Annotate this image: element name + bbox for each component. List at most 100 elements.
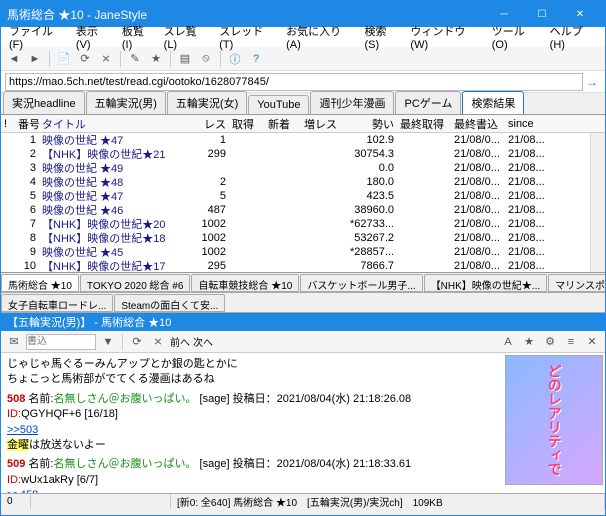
write-icon[interactable]: ✎ [126, 50, 144, 68]
post-id[interactable]: wUx1akRy [21, 474, 74, 486]
list-header: ! 番号 タイトル レス 取得 新着 増レス 勢い 最終取得 最終書込 sinc… [1, 115, 605, 133]
menu-search[interactable]: 検索(S) [360, 21, 404, 53]
post-number[interactable]: 509 [7, 458, 25, 470]
col-last[interactable]: 最終取得 [397, 116, 451, 132]
table-row[interactable]: 6映像の世紀 ★4648738960.021/08/0...21/08... [1, 203, 605, 217]
menu-file[interactable]: ファイル(F) [5, 21, 70, 53]
prev-button[interactable]: 前へ [170, 334, 190, 349]
star-icon[interactable]: ★ [147, 50, 165, 68]
thread-tab[interactable]: Steamの面白くて安... [114, 294, 225, 312]
list-scrollbar[interactable] [590, 133, 605, 272]
thread-tab[interactable]: 女子自転車ロードレ... [1, 294, 113, 312]
col-pow[interactable]: 勢い [337, 116, 397, 132]
next-button[interactable]: 次へ [193, 334, 213, 349]
menubar: ファイル(F) 表示(V) 板覧(I) スレ覧(L) スレッド(T) お気に入り… [1, 27, 605, 47]
status-blank [31, 494, 171, 509]
table-row[interactable]: 1映像の世紀 ★471102.921/08/0...21/08... [1, 133, 605, 147]
tab-olym-f[interactable]: 五輪実況(女) [167, 91, 247, 114]
status-1: 0 [1, 494, 31, 509]
post-508: 508 名前:名無しさん＠お腹いっぱい。 [sage] 投稿日：2021/08/… [7, 392, 467, 454]
post-number[interactable]: 508 [7, 393, 25, 405]
back-icon[interactable]: ◄ [5, 50, 23, 68]
filter-icon[interactable]: ▤ [176, 50, 194, 68]
table-row[interactable]: 3映像の世紀 ★490.021/08/0...21/08... [1, 161, 605, 175]
status-bar: 0 [新0: 全640] 馬術総合 ★10 [五輪実況(男)/実況ch] 109… [1, 493, 605, 509]
col-num[interactable]: 番号 [15, 116, 39, 132]
menu-thread[interactable]: スレッド(T) [215, 21, 280, 53]
thread-content[interactable]: どのレアリティで じゃじゃ馬ぐるーみんアップとか銀の匙とかに ちょこっと馬術部が… [1, 353, 605, 493]
table-row[interactable]: 10【NHK】映像の世紀★172957866.721/08/0...21/08.… [1, 259, 605, 273]
menu-tools[interactable]: ツール(O) [488, 21, 544, 53]
menu-threadlist[interactable]: スレ覧(L) [160, 21, 214, 53]
thread-title: 【五輪実況(男)】 - 馬術総合 ★10 [7, 314, 171, 330]
thread-tab[interactable]: 【NHK】映像の世紀★... [424, 274, 547, 292]
reader-search-input[interactable] [26, 334, 96, 350]
col-title[interactable]: タイトル [39, 116, 189, 132]
menu-help[interactable]: ヘルプ(H) [546, 21, 601, 53]
col-res[interactable]: レス [189, 116, 229, 132]
url-bar: → [1, 71, 605, 93]
col-mark[interactable]: ! [1, 118, 15, 130]
abone-icon[interactable]: ⦸ [197, 50, 215, 68]
col-since[interactable]: since [505, 118, 549, 130]
thread-title-bar: 【五輪実況(男)】 - 馬術総合 ★10 [1, 313, 605, 331]
table-row[interactable]: 5映像の世紀 ★475423.521/08/0...21/08... [1, 189, 605, 203]
thread-tab[interactable]: バスケットボール男子... [300, 274, 422, 292]
reader-toolbar: ✉ ▼ ⟳ ⨯ 前へ 次へ A ★ ⚙ ≡ ✕ [1, 331, 605, 353]
thread-tab[interactable]: マリンスポーツ総合 P... [548, 274, 605, 292]
post-name[interactable]: 名無しさん＠お腹いっぱい。 [53, 393, 196, 405]
col-get[interactable]: 取得 [229, 116, 265, 132]
table-row[interactable]: 8【NHK】映像の世紀★18100253267.221/08/0...21/08… [1, 231, 605, 245]
reply-icon[interactable]: ✉ [5, 333, 23, 351]
table-row[interactable]: 9映像の世紀 ★451002*28857...21/08/0...21/08..… [1, 245, 605, 259]
url-input[interactable] [5, 73, 583, 91]
thread-list: ! 番号 タイトル レス 取得 新着 増レス 勢い 最終取得 最終書込 sinc… [1, 115, 605, 273]
post-id[interactable]: QGYHQF+6 [21, 408, 81, 420]
tab-pcgame[interactable]: PCゲーム [395, 91, 461, 114]
col-lw[interactable]: 最終書込 [451, 116, 505, 132]
thread-tab[interactable]: 馬術総合 ★10 [1, 274, 79, 292]
info-icon[interactable]: ⓘ [226, 50, 244, 68]
post-body: じゃじゃ馬ぐるーみんアップとか銀の匙とかに ちょこっと馬術部がでてくる漫画はある… [7, 357, 467, 388]
tool-a-icon[interactable]: A [499, 333, 517, 351]
tool-cfg-icon[interactable]: ⚙ [541, 333, 559, 351]
reload-icon[interactable]: ⟳ [128, 333, 146, 351]
tab-olym-m[interactable]: 五輪実況(男) [86, 91, 166, 114]
table-row[interactable]: 7【NHK】映像の世紀★201002*62733...21/08/0...21/… [1, 217, 605, 231]
stop2-icon[interactable]: ⨯ [149, 333, 167, 351]
thread-tab[interactable]: TOKYO 2020 総合 #6 [80, 274, 191, 292]
search-down-icon[interactable]: ▼ [99, 333, 117, 351]
window-title: 馬術総合 ★10 - JaneStyle [7, 6, 485, 23]
go-button[interactable]: → [583, 75, 601, 89]
table-row[interactable]: 2【NHK】映像の世紀★2129930754.321/08/0...21/08.… [1, 147, 605, 161]
tab-search-result[interactable]: 検索結果 [462, 91, 524, 114]
stop-icon[interactable]: ⨯ [97, 50, 115, 68]
table-row[interactable]: 4映像の世紀 ★482180.021/08/0...21/08... [1, 175, 605, 189]
menu-window[interactable]: ウィンドウ(W) [406, 21, 485, 53]
col-inc[interactable]: 増レス [301, 116, 337, 132]
fwd-icon[interactable]: ► [26, 50, 44, 68]
menu-view[interactable]: 表示(V) [72, 21, 116, 53]
refresh-icon[interactable]: ⟳ [76, 50, 94, 68]
post-name[interactable]: 名無しさん＠お腹いっぱい。 [53, 458, 196, 470]
status-info: [新0: 全640] 馬術総合 ★10 [五輪実況(男)/実況ch] 109KB [171, 494, 605, 509]
tab-headline[interactable]: 実況headline [3, 91, 85, 114]
tool-x-icon[interactable]: ✕ [583, 333, 601, 351]
board-tabs: 実況headline 五輪実況(男) 五輪実況(女) YouTube 週刊少年漫… [1, 93, 605, 115]
anchor-link[interactable]: >>503 [7, 424, 38, 436]
thread-tab[interactable]: 自転車競技総合 ★10 [191, 274, 299, 292]
anchor-link[interactable]: >>458 [7, 489, 38, 493]
post-id-label: ID: [7, 474, 21, 486]
post-id-label: ID: [7, 408, 21, 420]
tool-fav-icon[interactable]: ★ [520, 333, 538, 351]
thread-tabs-1: 馬術総合 ★10 TOKYO 2020 総合 #6 自転車競技総合 ★10 バス… [1, 273, 605, 293]
tool-res-icon[interactable]: ≡ [562, 333, 580, 351]
doc-icon[interactable]: 📄 [55, 50, 73, 68]
menu-board[interactable]: 板覧(I) [118, 21, 158, 53]
help-icon[interactable]: ? [247, 50, 265, 68]
col-new[interactable]: 新着 [265, 116, 301, 132]
ad-image[interactable]: どのレアリティで [505, 355, 603, 485]
tab-manga[interactable]: 週刊少年漫画 [310, 91, 394, 114]
tab-youtube[interactable]: YouTube [248, 95, 309, 114]
menu-fav[interactable]: お気に入り(A) [282, 21, 358, 53]
